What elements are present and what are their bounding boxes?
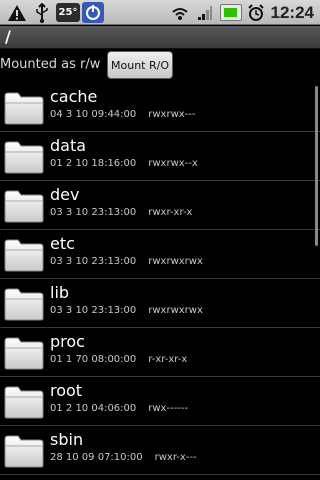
folder-icon (3, 139, 45, 175)
file-name: cache (50, 87, 98, 106)
folder-icon (3, 286, 45, 322)
folder-icon (3, 90, 45, 126)
file-date: 03 3 10 23:13:00 (50, 256, 137, 267)
file-permissions: rwxrwx--- (148, 109, 196, 120)
mount-status-label: Mounted as r/w (0, 57, 101, 72)
temperature-badge: 25° (56, 3, 80, 22)
folder-icon (3, 384, 45, 420)
file-date: 01 1 70 08:00:00 (50, 354, 137, 365)
mount-row: Mounted as r/w Mount R/O (0, 49, 320, 83)
file-meta: 04 3 10 09:44:00 rwxrwx--- (50, 109, 196, 120)
file-permissions: rwxrwxrwx (148, 256, 203, 267)
file-name: root (50, 381, 83, 400)
file-meta: 03 3 10 23:13:00 rwxrwxrwx (50, 305, 203, 316)
list-item[interactable]: dev 03 3 10 23:13:00 rwxr-xr-x (0, 181, 320, 230)
folder-icon (3, 433, 45, 469)
signal-icon (195, 2, 215, 23)
list-item[interactable]: sbin 28 10 09 07:10:00 rwxr-x--- (0, 426, 320, 475)
file-name: dev (50, 185, 80, 204)
file-date: 03 3 10 23:13:00 (50, 207, 137, 218)
app-notification-icon (82, 2, 104, 23)
file-date: 03 3 10 23:13:00 (50, 305, 137, 316)
file-name: data (50, 136, 87, 155)
list-item[interactable]: root 01 2 10 04:06:00 rwx------ (0, 377, 320, 426)
path-bar: / (0, 26, 320, 49)
file-permissions: rwxr-xr-x (148, 207, 193, 218)
usb-icon (32, 2, 52, 23)
list-item[interactable]: proc 01 1 70 08:00:00 r-xr-xr-x (0, 328, 320, 377)
current-path: / (5, 27, 11, 46)
list-item[interactable]: lib 03 3 10 23:13:00 rwxrwxrwx (0, 279, 320, 328)
file-meta: 01 1 70 08:00:00 r-xr-xr-x (50, 354, 187, 365)
battery-charging-icon (220, 4, 242, 21)
folder-icon (3, 237, 45, 273)
file-list: cache 04 3 10 09:44:00 rwxrwx--- data 01 … (0, 83, 320, 480)
list-item[interactable]: etc 03 3 10 23:13:00 rwxrwxrwx (0, 230, 320, 279)
status-bar: 25° 12:24 (0, 0, 320, 25)
warning-icon (6, 2, 28, 23)
file-permissions: rwxr-x--- (154, 452, 197, 463)
list-item[interactable]: cache 04 3 10 09:44:00 rwxrwx--- (0, 83, 320, 132)
scrollbar[interactable] (315, 86, 318, 246)
file-name: proc (50, 332, 85, 351)
file-permissions: rwx------ (148, 403, 189, 414)
file-name: sbin (50, 430, 84, 449)
file-name: etc (50, 234, 75, 253)
screen: 25° 12:24 / Mounted as r/w Mount R/O cac… (0, 0, 320, 480)
file-date: 04 3 10 09:44:00 (50, 109, 137, 120)
clock: 12:24 (270, 3, 314, 22)
file-date: 28 10 09 07:10:00 (50, 452, 143, 463)
folder-icon (3, 188, 45, 224)
file-name: lib (50, 283, 70, 302)
file-meta: 03 3 10 23:13:00 rwxr-xr-x (50, 207, 192, 218)
file-meta: 03 3 10 23:13:00 rwxrwxrwx (50, 256, 203, 267)
file-meta: 01 2 10 04:06:00 rwx------ (50, 403, 188, 414)
wifi-icon (170, 2, 190, 23)
file-permissions: r-xr-xr-x (148, 354, 188, 365)
file-date: 01 2 10 04:06:00 (50, 403, 137, 414)
alarm-icon (246, 2, 266, 23)
list-item[interactable]: data 01 2 10 18:16:00 rwxrwx--x (0, 132, 320, 181)
mount-ro-button[interactable]: Mount R/O (107, 51, 173, 79)
file-permissions: rwxrwxrwx (148, 305, 203, 316)
folder-icon (3, 335, 45, 371)
file-date: 01 2 10 18:16:00 (50, 158, 137, 169)
file-meta: 01 2 10 18:16:00 rwxrwx--x (50, 158, 198, 169)
file-meta: 28 10 09 07:10:00 rwxr-x--- (50, 452, 197, 463)
file-permissions: rwxrwx--x (148, 158, 198, 169)
